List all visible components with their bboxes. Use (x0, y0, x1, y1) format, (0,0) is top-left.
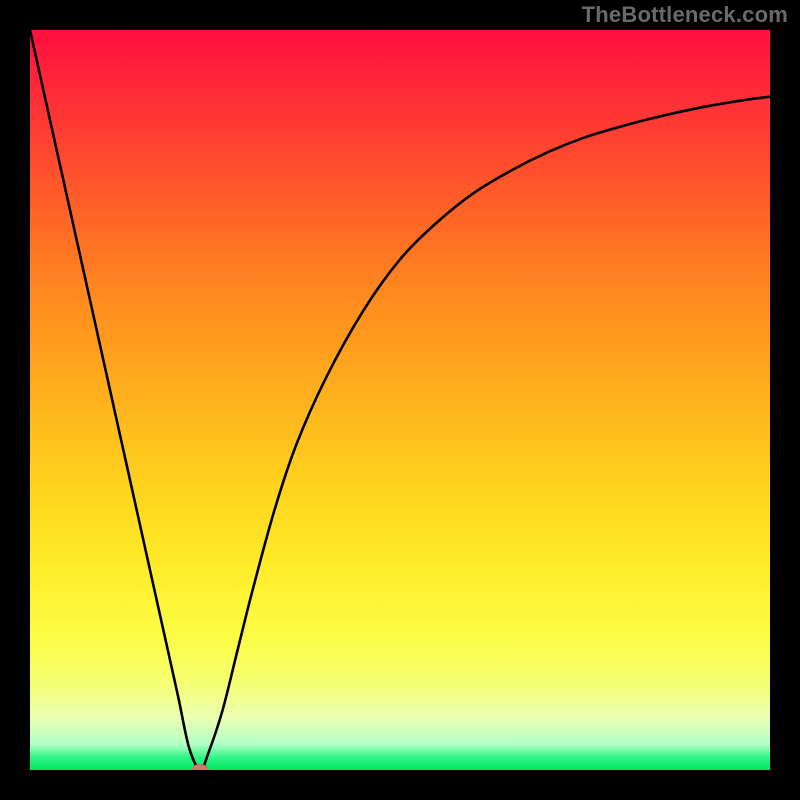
bottleneck-chart (30, 30, 770, 770)
watermark-label: TheBottleneck.com (582, 2, 788, 28)
bottleneck-curve-line (30, 30, 770, 770)
minimum-marker (192, 764, 208, 776)
